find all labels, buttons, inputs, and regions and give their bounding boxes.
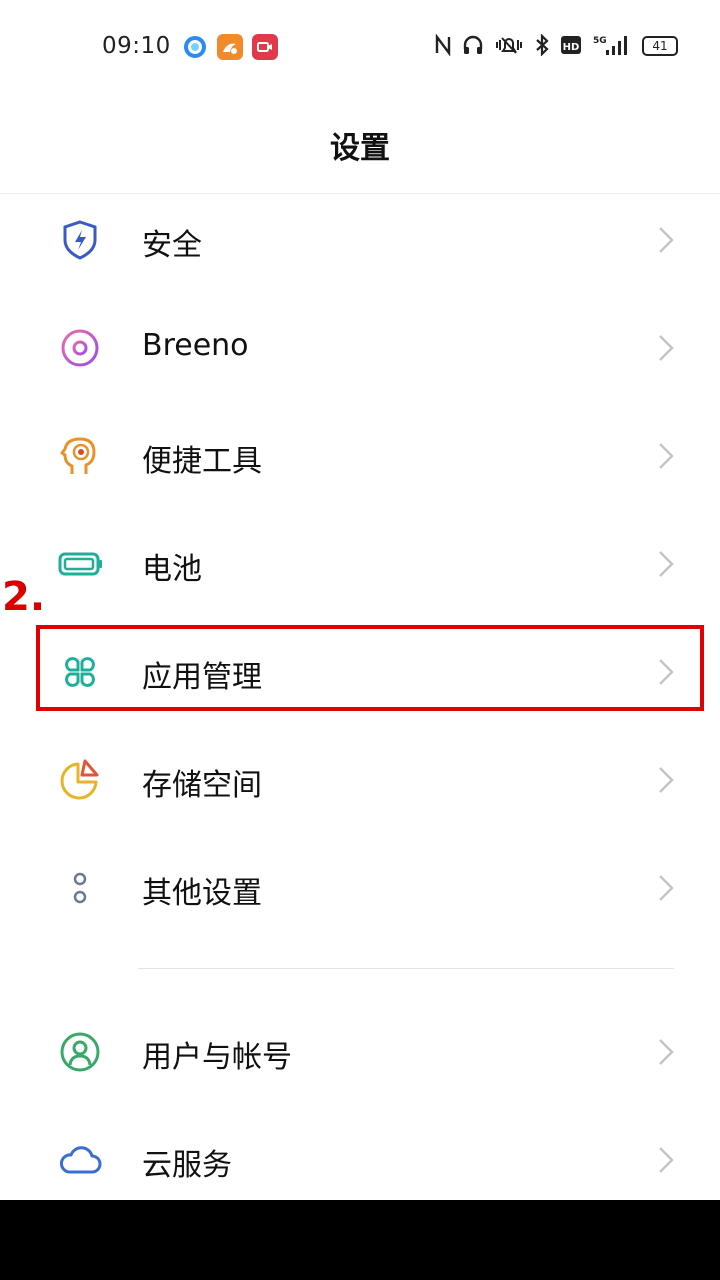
page-title: 设置 <box>330 131 390 166</box>
status-time: 09:10 <box>102 33 171 59</box>
settings-item-label: 存储空间 <box>142 768 262 803</box>
signal-5g-icon: 5G <box>593 36 627 55</box>
settings-item-label: 安全 <box>142 228 202 263</box>
chevron-right-icon <box>659 1039 674 1065</box>
title-bar: 设置 <box>0 95 720 194</box>
settings-item-label: 其他设置 <box>142 876 262 911</box>
bottom-black-bar <box>0 1200 720 1280</box>
settings-item-other-settings[interactable]: 其他设置 <box>0 834 720 942</box>
cloud-icon <box>60 1146 102 1174</box>
bluetooth-icon <box>536 34 549 56</box>
more-dots-icon <box>73 872 87 904</box>
settings-item-storage[interactable]: 存储空间 <box>0 726 720 834</box>
battery-icon <box>58 552 102 576</box>
head-target-icon <box>60 437 96 474</box>
vibrate-icon <box>496 37 522 54</box>
svg-text:5G: 5G <box>593 36 607 46</box>
settings-item-battery[interactable]: 电池 <box>0 510 720 618</box>
settings-item-label: Breeno <box>142 328 249 363</box>
breeno-ring-icon <box>61 329 99 367</box>
shield-bolt-icon <box>63 220 97 260</box>
chevron-right-icon <box>659 1147 674 1173</box>
highlight-box <box>36 625 704 711</box>
chevron-right-icon <box>659 227 674 253</box>
section-divider <box>138 968 674 969</box>
headphones-icon <box>463 35 483 54</box>
status-bar: 09:10 HD 5G 41 <box>0 0 720 95</box>
video-notification-icon <box>252 34 278 60</box>
chevron-right-icon <box>659 335 674 361</box>
settings-item-security[interactable]: 安全 <box>0 186 720 294</box>
pie-chart-icon <box>60 759 99 800</box>
nfc-icon <box>435 34 451 56</box>
chevron-right-icon <box>659 443 674 469</box>
battery-indicator: 41 <box>642 36 678 56</box>
step-annotation-label: 2. <box>2 574 46 620</box>
browser-notification-icon <box>182 34 208 60</box>
settings-item-label: 云服务 <box>142 1148 232 1183</box>
settings-item-label: 电池 <box>142 552 202 587</box>
settings-item-label: 便捷工具 <box>142 444 262 479</box>
settings-item-breeno[interactable]: Breeno <box>0 294 720 402</box>
settings-item-label: 用户与帐号 <box>142 1040 292 1075</box>
uc-browser-notification-icon <box>217 34 243 60</box>
notification-icons <box>182 34 278 60</box>
hd-badge-icon: HD <box>561 36 581 54</box>
system-icons: HD 5G <box>434 33 628 57</box>
chevron-right-icon <box>659 875 674 901</box>
settings-item-cloud-service[interactable]: 云服务 <box>0 1106 720 1214</box>
settings-item-user-accounts[interactable]: 用户与帐号 <box>0 998 720 1106</box>
settings-item-convenience-tools[interactable]: 便捷工具 <box>0 402 720 510</box>
chevron-right-icon <box>659 767 674 793</box>
battery-level: 41 <box>652 39 668 53</box>
chevron-right-icon <box>659 551 674 577</box>
svg-text:HD: HD <box>563 42 580 53</box>
user-account-icon <box>60 1032 100 1072</box>
